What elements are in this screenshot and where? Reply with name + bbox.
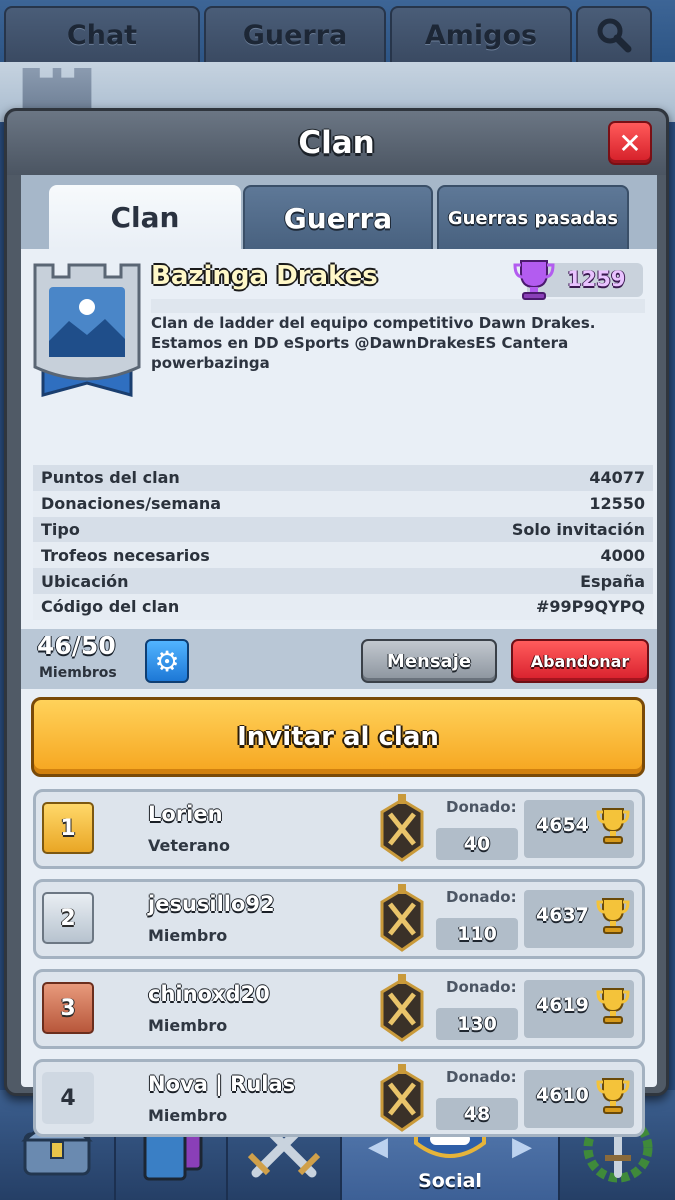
member-name: Lorien (148, 802, 223, 826)
tab-past-wars[interactable]: Guerras pasadas (437, 185, 629, 249)
gold-trophy-icon (596, 1078, 630, 1114)
tab-guerra-label: Guerra (242, 19, 348, 51)
stat-row-required-trophies: Trofeos necesarios 4000 (33, 542, 653, 569)
member-donated: 110 (436, 918, 518, 950)
search-icon (597, 18, 632, 53)
tab-guerra[interactable]: Guerra (204, 6, 386, 62)
member-rank: 3 (42, 982, 94, 1034)
tab-chat[interactable]: Chat (4, 6, 200, 62)
arena-rank-icon (380, 884, 424, 952)
message-button[interactable]: Mensaje (361, 639, 497, 683)
tab-chat-label: Chat (66, 19, 138, 51)
stat-value: Solo invitación (511, 519, 645, 539)
stat-row-points: Puntos del clan 44077 (33, 465, 653, 491)
stat-label: Trofeos necesarios (41, 545, 210, 565)
member-row[interactable]: 4 Nova | Rulas Miembro Donado: 48 4610 (33, 1059, 645, 1137)
member-donated: 40 (436, 828, 518, 860)
purple-trophy-icon (513, 260, 555, 300)
donated-label: Donado: (446, 978, 517, 996)
stat-label: Tipo (41, 519, 80, 539)
members-bar: 46/50 Miembros ⚙ Mensaje Abandonar (21, 629, 657, 689)
donated-label: Donado: (446, 1068, 517, 1086)
member-row[interactable]: 2 jesusillo92 Miembro Donado: 110 4637 (33, 879, 645, 959)
dialog-title: Clan (298, 125, 375, 161)
tab-war-label: Guerra (283, 201, 393, 235)
members-count: 46/50 (37, 631, 116, 660)
search-button[interactable] (576, 6, 652, 62)
stat-row-donations: Donaciones/semana 12550 (33, 490, 653, 517)
arena-rank-icon (380, 794, 424, 862)
arena-rank-icon (380, 974, 424, 1042)
dialog-header: Clan ✕ (7, 111, 666, 175)
stat-value: 12550 (589, 494, 645, 514)
gold-trophy-icon (596, 898, 630, 934)
clan-trophies: 1259 (513, 260, 643, 300)
close-button[interactable]: ✕ (608, 121, 652, 165)
stat-value: 4000 (600, 545, 645, 565)
clan-description: Clan de ladder del equipo competitivo Da… (151, 314, 596, 372)
donated-label: Donado: (446, 798, 517, 816)
member-role: Miembro (148, 926, 228, 945)
member-trophies: 4654 (536, 814, 589, 836)
close-icon: ✕ (618, 126, 642, 160)
stat-row-type: Tipo Solo invitación (33, 516, 653, 543)
member-rank: 1 (42, 802, 94, 854)
stat-value: #99P9QYPQ (535, 597, 645, 617)
tab-clan-label: Clan (110, 200, 180, 234)
member-trophies-box: 4619 (524, 980, 634, 1038)
member-name: jesusillo92 (148, 892, 275, 916)
dialog-tabs: Clan Guerra Guerras pasadas (21, 175, 657, 249)
stat-label: Ubicación (41, 571, 129, 591)
tab-war[interactable]: Guerra (243, 185, 433, 249)
clan-name-underline (151, 299, 645, 313)
member-role: Miembro (148, 1106, 228, 1125)
clan-badge-icon (33, 263, 141, 397)
top-tab-bar: Chat Guerra Amigos (0, 0, 675, 62)
clan-trophies-value: 1259 (567, 267, 626, 291)
member-name: Nova | Rulas (148, 1072, 296, 1096)
members-label: Miembros (39, 665, 117, 681)
member-trophies-box: 4637 (524, 890, 634, 948)
stat-row-location: Ubicación España (33, 568, 653, 594)
member-rank: 2 (42, 892, 94, 944)
leave-clan-button[interactable]: Abandonar (511, 639, 649, 683)
member-name: chinoxd20 (148, 982, 270, 1006)
member-rank: 4 (42, 1072, 94, 1124)
member-role: Veterano (148, 836, 230, 855)
nav-social-label: Social (418, 1170, 482, 1192)
invite-to-clan-button[interactable]: Invitar al clan (31, 697, 645, 777)
member-trophies-box: 4610 (524, 1070, 634, 1128)
member-trophies: 4637 (536, 904, 589, 926)
stat-value: España (580, 571, 645, 591)
member-trophies-box: 4654 (524, 800, 634, 858)
member-role: Miembro (148, 1016, 228, 1035)
clan-name: Bazinga Drakes (151, 261, 378, 291)
member-donated: 48 (436, 1098, 518, 1130)
member-trophies: 4610 (536, 1084, 589, 1106)
tab-amigos[interactable]: Amigos (390, 6, 572, 62)
gold-trophy-icon (596, 988, 630, 1024)
gold-trophy-icon (596, 808, 630, 844)
stat-label: Donaciones/semana (41, 494, 222, 514)
donated-label: Donado: (446, 888, 517, 906)
dialog-body: Clan Guerra Guerras pasadas Bazinga Drak… (21, 175, 657, 1137)
tab-clan[interactable]: Clan (49, 185, 241, 249)
member-donated: 130 (436, 1008, 518, 1040)
member-row[interactable]: 1 Lorien Veterano Donado: 40 4654 (33, 789, 645, 869)
stat-value: 44077 (589, 468, 645, 488)
clan-stats: Puntos del clan 44077 Donaciones/semana 12… (33, 465, 653, 620)
member-row[interactable]: 3 chinoxd20 Miembro Donado: 130 4619 (33, 969, 645, 1049)
clan-badge (29, 255, 145, 405)
gear-icon: ⚙ (154, 644, 180, 678)
tab-amigos-label: Amigos (424, 19, 538, 51)
settings-button[interactable]: ⚙ (145, 639, 189, 683)
tab-past-wars-label: Guerras pasadas (447, 207, 619, 229)
arena-rank-icon (380, 1064, 424, 1132)
clan-dialog: Clan ✕ Clan Guerra Guerras pasadas Bazin… (4, 108, 669, 1137)
member-trophies: 4619 (536, 994, 589, 1016)
stat-label: Código del clan (41, 597, 180, 617)
stat-row-clan-code: Código del clan #99P9QYPQ (33, 593, 653, 620)
stat-label: Puntos del clan (41, 468, 180, 488)
